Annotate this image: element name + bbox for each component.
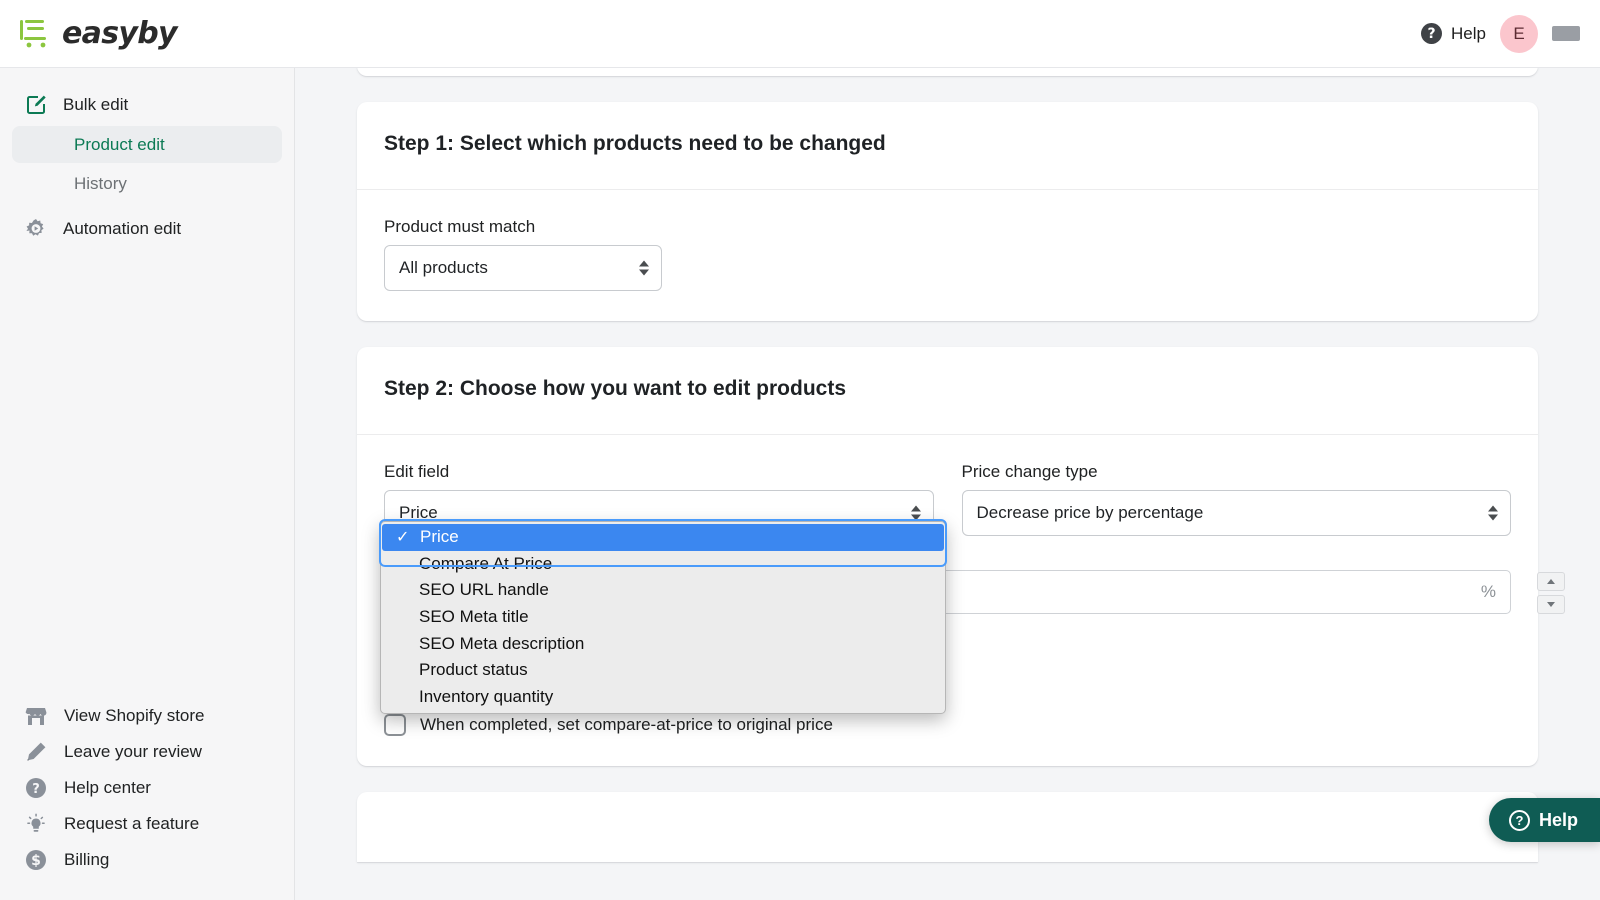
stepper-up-button[interactable] bbox=[1537, 572, 1565, 591]
product-match-select[interactable]: All products bbox=[384, 245, 662, 291]
dropdown-option-price[interactable]: ✓ Price bbox=[382, 524, 944, 551]
sidebar-item-label: Product edit bbox=[74, 135, 165, 155]
sidebar-item-leave-your-review[interactable]: Leave your review bbox=[12, 734, 283, 770]
dropdown-option-label: SEO URL handle bbox=[395, 580, 549, 600]
compare-at-price-label: When completed, set compare-at-price to … bbox=[420, 715, 833, 735]
price-change-type-value: Decrease price by percentage bbox=[977, 503, 1204, 523]
edit-square-icon bbox=[24, 93, 48, 117]
brand-name: easyby bbox=[62, 16, 177, 51]
dropdown-option-label: SEO Meta title bbox=[395, 607, 529, 627]
sidebar-item-history[interactable]: History bbox=[12, 165, 282, 202]
top-bar: easyby ? Help E bbox=[0, 0, 1600, 68]
avatar-initial: E bbox=[1513, 24, 1524, 44]
sidebar-item-label: Request a feature bbox=[64, 814, 199, 834]
help-widget-label: Help bbox=[1539, 810, 1578, 831]
sidebar-item-label: Automation edit bbox=[63, 219, 181, 239]
brand-logo[interactable]: easyby bbox=[18, 16, 177, 51]
dropdown-option-label: Inventory quantity bbox=[395, 687, 553, 707]
compare-at-price-row: When completed, set compare-at-price to … bbox=[384, 714, 1511, 736]
dropdown-option-seo-meta-description[interactable]: SEO Meta description bbox=[381, 630, 945, 657]
step-1-header: Step 1: Select which products need to be… bbox=[357, 102, 1538, 190]
pencil-icon bbox=[24, 740, 48, 764]
amount-stepper[interactable] bbox=[1537, 572, 1565, 614]
help-widget-button[interactable]: ? Help bbox=[1489, 798, 1600, 842]
sidebar-item-billing[interactable]: $ Billing bbox=[12, 842, 283, 878]
sidebar-item-label: Bulk edit bbox=[63, 95, 128, 115]
product-match-value: All products bbox=[399, 258, 488, 278]
edit-field-label: Edit field bbox=[384, 462, 934, 482]
chevron-updown-icon bbox=[639, 261, 649, 276]
sidebar-nav-top: Bulk edit Product edit History Automatio… bbox=[0, 68, 294, 248]
chevron-updown-icon bbox=[911, 506, 921, 521]
help-button-label: Help bbox=[1451, 24, 1486, 44]
dropdown-option-label: Product status bbox=[395, 660, 528, 680]
sidebar-item-label: History bbox=[74, 174, 127, 194]
sidebar-item-automation-edit[interactable]: Automation edit bbox=[12, 210, 282, 248]
sidebar-item-label: Leave your review bbox=[64, 742, 202, 762]
dropdown-option-label: Compare At Price bbox=[395, 554, 552, 574]
top-bar-right: ? Help E bbox=[1421, 15, 1580, 53]
dropdown-option-product-status[interactable]: Product status bbox=[381, 657, 945, 684]
lightbulb-icon bbox=[24, 812, 48, 836]
card-clipped-bottom bbox=[357, 792, 1538, 862]
app-root: easyby ? Help E Bulk edit bbox=[0, 0, 1600, 900]
sidebar-item-label: Billing bbox=[64, 850, 109, 870]
sidebar-item-label: Help center bbox=[64, 778, 151, 798]
step-1-body: Product must match All products bbox=[357, 190, 1538, 321]
step-2-header: Step 2: Choose how you want to edit prod… bbox=[357, 347, 1538, 435]
step-2-title: Step 2: Choose how you want to edit prod… bbox=[384, 377, 1511, 401]
dropdown-option-inventory-quantity[interactable]: Inventory quantity bbox=[381, 684, 945, 711]
question-mark-circle-icon: ? bbox=[1421, 23, 1442, 44]
stepper-down-button[interactable] bbox=[1537, 595, 1565, 614]
dropdown-option-label: SEO Meta description bbox=[395, 634, 584, 654]
percent-suffix: % bbox=[1481, 582, 1496, 602]
page-title: Step 1: Select which products need to be… bbox=[384, 132, 1511, 156]
sidebar-item-product-edit[interactable]: Product edit bbox=[12, 126, 282, 163]
sidebar-item-view-shopify-store[interactable]: View Shopify store bbox=[12, 698, 283, 734]
sidebar-item-request-a-feature[interactable]: Request a feature bbox=[12, 806, 283, 842]
sidebar-nav-bottom: View Shopify store Leave your review ? bbox=[0, 698, 295, 878]
avatar[interactable]: E bbox=[1500, 15, 1538, 53]
sidebar-item-bulk-edit[interactable]: Bulk edit bbox=[12, 86, 282, 124]
price-change-type-select[interactable]: Decrease price by percentage bbox=[962, 490, 1512, 536]
svg-text:?: ? bbox=[32, 782, 40, 797]
dollar-circle-icon: $ bbox=[24, 848, 48, 872]
gear-play-icon bbox=[24, 217, 48, 241]
sidebar-item-help-center[interactable]: ? Help center bbox=[12, 770, 283, 806]
shop-name-placeholder bbox=[1552, 26, 1580, 41]
dropdown-option-seo-url-handle[interactable]: SEO URL handle bbox=[381, 577, 945, 604]
step-1-card: Step 1: Select which products need to be… bbox=[357, 102, 1538, 321]
card-clipped-top bbox=[357, 68, 1538, 76]
product-match-label: Product must match bbox=[384, 217, 1511, 237]
question-mark-circle-icon: ? bbox=[1509, 810, 1530, 831]
edit-field-value: Price bbox=[399, 503, 438, 523]
edit-field-dropdown[interactable]: ✓ Price Compare At Price SEO URL handle … bbox=[380, 521, 946, 714]
svg-text:$: $ bbox=[31, 853, 41, 869]
shopping-cart-icon bbox=[18, 17, 58, 51]
sidebar-item-label: View Shopify store bbox=[64, 706, 204, 726]
dropdown-option-seo-meta-title[interactable]: SEO Meta title bbox=[381, 604, 945, 631]
main-content: Step 1: Select which products need to be… bbox=[295, 68, 1600, 900]
price-change-type-label: Price change type bbox=[962, 462, 1512, 482]
store-icon bbox=[24, 704, 48, 728]
question-mark-circle-icon: ? bbox=[24, 776, 48, 800]
dropdown-option-compare-at-price[interactable]: Compare At Price bbox=[381, 551, 945, 578]
help-button[interactable]: ? Help bbox=[1421, 23, 1486, 44]
chevron-updown-icon bbox=[1488, 506, 1498, 521]
price-change-type-column: Price change type Decrease price by perc… bbox=[962, 462, 1512, 536]
sidebar: Bulk edit Product edit History Automatio… bbox=[0, 68, 295, 900]
compare-at-price-checkbox[interactable] bbox=[384, 714, 406, 736]
check-icon: ✓ bbox=[396, 527, 409, 547]
